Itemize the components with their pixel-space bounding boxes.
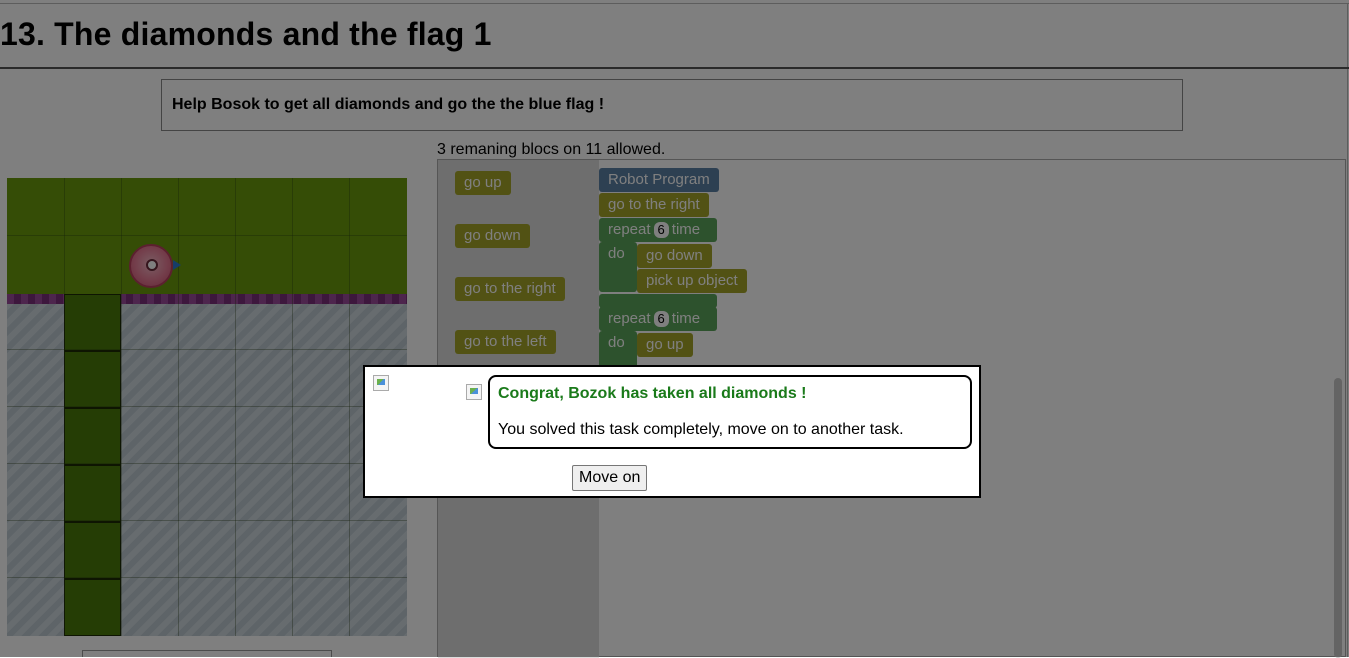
message-box: Congrat, Bozok has taken all diamonds ! …	[488, 375, 972, 449]
dialog-message: You solved this task completely, move on…	[498, 421, 904, 438]
move-on-button[interactable]: Move on	[572, 465, 648, 491]
dialog-title: Congrat, Bozok has taken all diamonds !	[498, 385, 807, 402]
modal-overlay	[0, 0, 1349, 657]
broken-image-icon	[373, 375, 389, 391]
success-dialog: Congrat, Bozok has taken all diamonds ! …	[363, 365, 981, 498]
broken-image-icon	[466, 384, 482, 400]
